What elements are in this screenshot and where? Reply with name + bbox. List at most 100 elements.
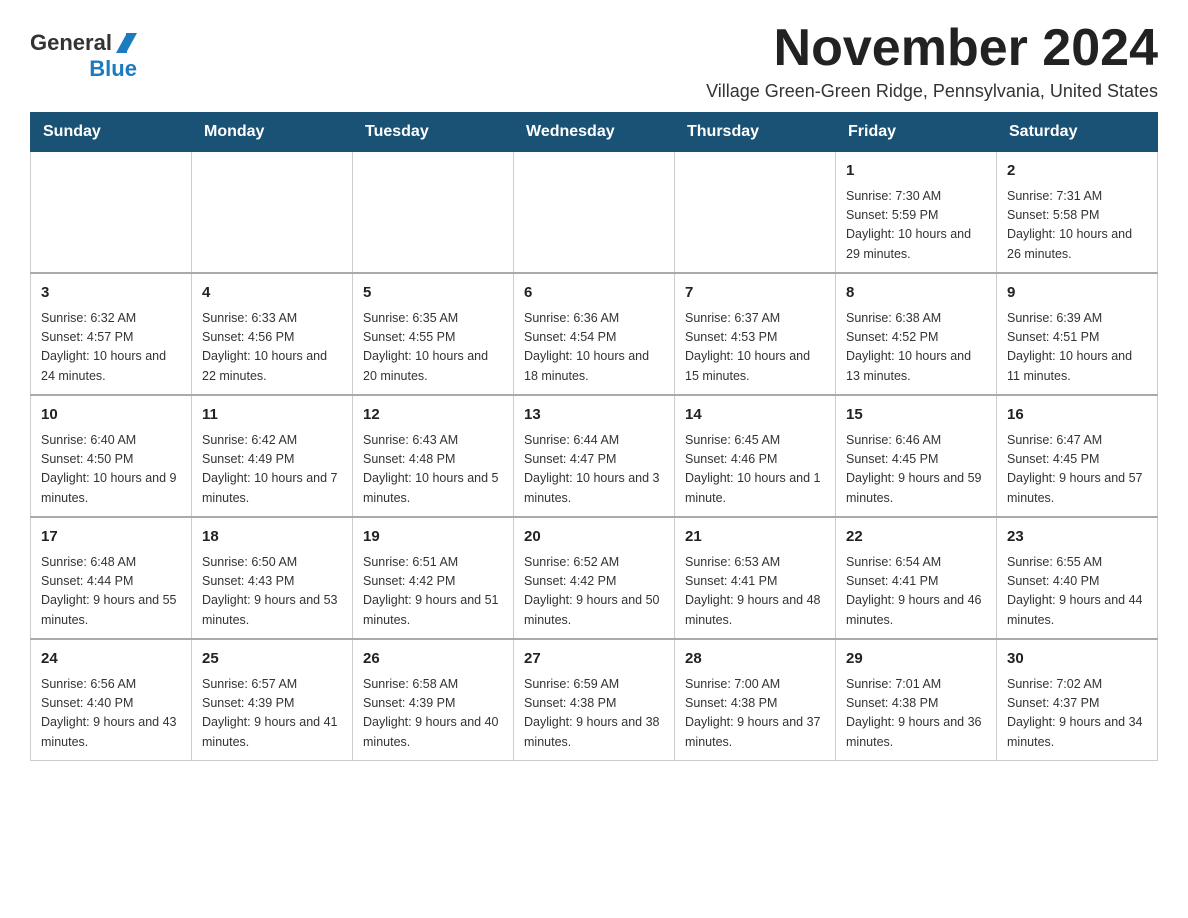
day-number: 28 bbox=[685, 648, 825, 671]
calendar-row-2: 10 Sunrise: 6:40 AM Sunset: 4:50 PM Dayli… bbox=[31, 395, 1158, 517]
calendar-cell: 15 Sunrise: 6:46 AM Sunset: 4:45 PM Dayli… bbox=[836, 395, 997, 517]
day-info: Sunrise: 6:57 AM Sunset: 4:39 PM Dayligh… bbox=[202, 675, 342, 753]
logo: General Blue bbox=[30, 30, 137, 82]
calendar-cell: 29 Sunrise: 7:01 AM Sunset: 4:38 PM Dayli… bbox=[836, 639, 997, 761]
day-number: 3 bbox=[41, 282, 181, 305]
calendar-cell: 19Sunrise: 6:51 AM Sunset: 4:42 PM Dayli… bbox=[353, 517, 514, 639]
calendar-cell: 12 Sunrise: 6:43 AM Sunset: 4:48 PM Dayli… bbox=[353, 395, 514, 517]
day-info: Sunrise: 6:45 AM Sunset: 4:46 PM Dayligh… bbox=[685, 431, 825, 509]
calendar-cell: 2 Sunrise: 7:31 AM Sunset: 5:58 PM Daylig… bbox=[997, 152, 1158, 274]
calendar-cell: 9Sunrise: 6:39 AM Sunset: 4:51 PM Daylig… bbox=[997, 273, 1158, 395]
calendar-cell: 30 Sunrise: 7:02 AM Sunset: 4:37 PM Dayli… bbox=[997, 639, 1158, 761]
day-number: 12 bbox=[363, 404, 503, 427]
col-monday: Monday bbox=[192, 113, 353, 152]
calendar-cell bbox=[675, 152, 836, 274]
day-number: 29 bbox=[846, 648, 986, 671]
day-number: 2 bbox=[1007, 160, 1147, 183]
day-number: 26 bbox=[363, 648, 503, 671]
day-info: Sunrise: 6:55 AM Sunset: 4:40 PM Dayligh… bbox=[1007, 553, 1147, 631]
day-number: 6 bbox=[524, 282, 664, 305]
day-info: Sunrise: 6:43 AM Sunset: 4:48 PM Dayligh… bbox=[363, 431, 503, 509]
calendar-cell bbox=[31, 152, 192, 274]
day-info: Sunrise: 7:02 AM Sunset: 4:37 PM Dayligh… bbox=[1007, 675, 1147, 753]
day-info: Sunrise: 6:42 AM Sunset: 4:49 PM Dayligh… bbox=[202, 431, 342, 509]
calendar-table: Sunday Monday Tuesday Wednesday Thursday… bbox=[30, 112, 1158, 761]
day-info: Sunrise: 6:56 AM Sunset: 4:40 PM Dayligh… bbox=[41, 675, 181, 753]
calendar-cell: 20 Sunrise: 6:52 AM Sunset: 4:42 PM Dayli… bbox=[514, 517, 675, 639]
day-number: 9 bbox=[1007, 282, 1147, 305]
col-saturday: Saturday bbox=[997, 113, 1158, 152]
day-number: 21 bbox=[685, 526, 825, 549]
day-number: 16 bbox=[1007, 404, 1147, 427]
calendar-cell: 3Sunrise: 6:32 AM Sunset: 4:57 PM Daylig… bbox=[31, 273, 192, 395]
day-info: Sunrise: 6:44 AM Sunset: 4:47 PM Dayligh… bbox=[524, 431, 664, 509]
calendar-cell bbox=[514, 152, 675, 274]
day-info: Sunrise: 6:38 AM Sunset: 4:52 PM Dayligh… bbox=[846, 309, 986, 387]
day-number: 13 bbox=[524, 404, 664, 427]
col-friday: Friday bbox=[836, 113, 997, 152]
day-info: Sunrise: 7:01 AM Sunset: 4:38 PM Dayligh… bbox=[846, 675, 986, 753]
day-number: 22 bbox=[846, 526, 986, 549]
day-number: 7 bbox=[685, 282, 825, 305]
day-info: Sunrise: 6:48 AM Sunset: 4:44 PM Dayligh… bbox=[41, 553, 181, 631]
calendar-row-1: 3Sunrise: 6:32 AM Sunset: 4:57 PM Daylig… bbox=[31, 273, 1158, 395]
day-number: 17 bbox=[41, 526, 181, 549]
day-info: Sunrise: 6:35 AM Sunset: 4:55 PM Dayligh… bbox=[363, 309, 503, 387]
calendar-cell: 21Sunrise: 6:53 AM Sunset: 4:41 PM Dayli… bbox=[675, 517, 836, 639]
day-info: Sunrise: 6:54 AM Sunset: 4:41 PM Dayligh… bbox=[846, 553, 986, 631]
calendar-cell: 1Sunrise: 7:30 AM Sunset: 5:59 PM Daylig… bbox=[836, 152, 997, 274]
calendar-cell: 25 Sunrise: 6:57 AM Sunset: 4:39 PM Dayli… bbox=[192, 639, 353, 761]
day-number: 18 bbox=[202, 526, 342, 549]
calendar-cell: 5 Sunrise: 6:35 AM Sunset: 4:55 PM Daylig… bbox=[353, 273, 514, 395]
day-number: 5 bbox=[363, 282, 503, 305]
calendar-cell: 4Sunrise: 6:33 AM Sunset: 4:56 PM Daylig… bbox=[192, 273, 353, 395]
day-number: 10 bbox=[41, 404, 181, 427]
day-number: 14 bbox=[685, 404, 825, 427]
day-number: 8 bbox=[846, 282, 986, 305]
calendar-cell: 22 Sunrise: 6:54 AM Sunset: 4:41 PM Dayli… bbox=[836, 517, 997, 639]
calendar-row-4: 24Sunrise: 6:56 AM Sunset: 4:40 PM Dayli… bbox=[31, 639, 1158, 761]
day-number: 25 bbox=[202, 648, 342, 671]
day-info: Sunrise: 6:36 AM Sunset: 4:54 PM Dayligh… bbox=[524, 309, 664, 387]
calendar-row-3: 17 Sunrise: 6:48 AM Sunset: 4:44 PM Dayli… bbox=[31, 517, 1158, 639]
day-info: Sunrise: 6:58 AM Sunset: 4:39 PM Dayligh… bbox=[363, 675, 503, 753]
day-info: Sunrise: 7:00 AM Sunset: 4:38 PM Dayligh… bbox=[685, 675, 825, 753]
calendar-cell: 16Sunrise: 6:47 AM Sunset: 4:45 PM Dayli… bbox=[997, 395, 1158, 517]
day-number: 27 bbox=[524, 648, 664, 671]
day-number: 23 bbox=[1007, 526, 1147, 549]
day-info: Sunrise: 6:46 AM Sunset: 4:45 PM Dayligh… bbox=[846, 431, 986, 509]
calendar-cell: 7 Sunrise: 6:37 AM Sunset: 4:53 PM Daylig… bbox=[675, 273, 836, 395]
day-info: Sunrise: 6:59 AM Sunset: 4:38 PM Dayligh… bbox=[524, 675, 664, 753]
day-info: Sunrise: 6:52 AM Sunset: 4:42 PM Dayligh… bbox=[524, 553, 664, 631]
calendar-cell: 27 Sunrise: 6:59 AM Sunset: 4:38 PM Dayli… bbox=[514, 639, 675, 761]
logo-general-text: General bbox=[30, 30, 112, 56]
calendar-cell bbox=[353, 152, 514, 274]
col-wednesday: Wednesday bbox=[514, 113, 675, 152]
calendar-cell: 23 Sunrise: 6:55 AM Sunset: 4:40 PM Dayli… bbox=[997, 517, 1158, 639]
day-number: 11 bbox=[202, 404, 342, 427]
day-info: Sunrise: 6:37 AM Sunset: 4:53 PM Dayligh… bbox=[685, 309, 825, 387]
day-number: 30 bbox=[1007, 648, 1147, 671]
calendar-cell: 14 Sunrise: 6:45 AM Sunset: 4:46 PM Dayli… bbox=[675, 395, 836, 517]
day-info: Sunrise: 6:50 AM Sunset: 4:43 PM Dayligh… bbox=[202, 553, 342, 631]
month-title: November 2024 bbox=[706, 20, 1158, 77]
calendar-cell: 13 Sunrise: 6:44 AM Sunset: 4:47 PM Dayli… bbox=[514, 395, 675, 517]
calendar-cell: 26 Sunrise: 6:58 AM Sunset: 4:39 PM Dayli… bbox=[353, 639, 514, 761]
day-info: Sunrise: 6:40 AM Sunset: 4:50 PM Dayligh… bbox=[41, 431, 181, 509]
day-info: Sunrise: 6:33 AM Sunset: 4:56 PM Dayligh… bbox=[202, 309, 342, 387]
calendar-cell: 11 Sunrise: 6:42 AM Sunset: 4:49 PM Dayli… bbox=[192, 395, 353, 517]
logo-triangle-left bbox=[126, 33, 137, 53]
day-info: Sunrise: 7:31 AM Sunset: 5:58 PM Dayligh… bbox=[1007, 187, 1147, 265]
calendar-cell bbox=[192, 152, 353, 274]
col-thursday: Thursday bbox=[675, 113, 836, 152]
calendar-cell: 10 Sunrise: 6:40 AM Sunset: 4:50 PM Dayli… bbox=[31, 395, 192, 517]
day-number: 20 bbox=[524, 526, 664, 549]
page-header: General Blue November 2024 Village Green… bbox=[30, 20, 1158, 102]
day-number: 19 bbox=[363, 526, 503, 549]
location-subtitle: Village Green-Green Ridge, Pennsylvania,… bbox=[706, 81, 1158, 102]
day-number: 15 bbox=[846, 404, 986, 427]
logo-blue-text: Blue bbox=[89, 56, 137, 82]
col-sunday: Sunday bbox=[31, 113, 192, 152]
title-area: November 2024 Village Green-Green Ridge,… bbox=[706, 20, 1158, 102]
calendar-cell: 24Sunrise: 6:56 AM Sunset: 4:40 PM Dayli… bbox=[31, 639, 192, 761]
